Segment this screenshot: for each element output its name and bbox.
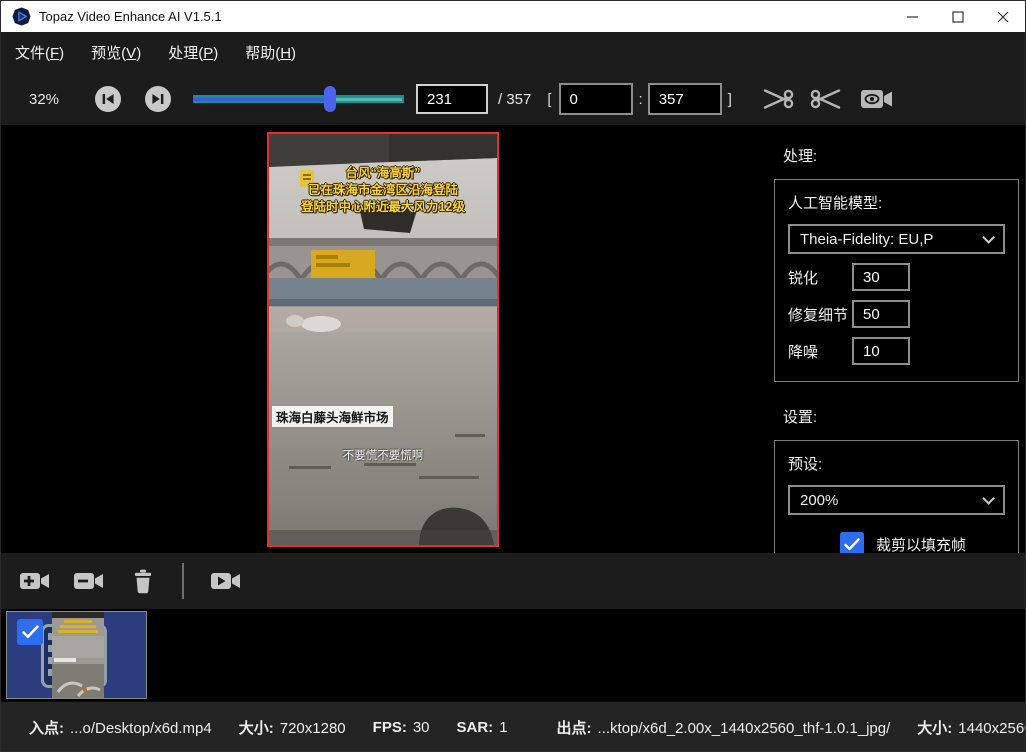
- timeline-played-line: [193, 98, 330, 101]
- ai-model-value: Theia-Fidelity: EU,P: [800, 231, 933, 248]
- process-video-button[interactable]: [210, 569, 242, 593]
- maximize-icon: [952, 11, 964, 23]
- processing-panel: 处理: 人工智能模型: Theia-Fidelity: EU,P 锐化 修复细节…: [769, 125, 1025, 553]
- video-overlay-title: 台风“海高斯” 已在珠海市金湾区沿海登陆 登陆时中心附近最大风力12级: [269, 165, 497, 216]
- skip-to-start-button[interactable]: [95, 86, 121, 112]
- titlebar: Topaz Video Enhance AI V1.5.1: [1, 1, 1025, 32]
- settings-groupbox: 预设: 200% 裁剪以填充帧: [774, 440, 1019, 553]
- close-icon: [997, 11, 1009, 23]
- denoise-label: 降噪: [788, 341, 852, 362]
- close-button[interactable]: [980, 1, 1025, 32]
- menu-preview[interactable]: 预览(V): [91, 42, 141, 63]
- menu-process[interactable]: 处理(P): [168, 42, 218, 63]
- zoom-level-label: 32%: [29, 91, 67, 108]
- preset-dropdown[interactable]: 200%: [788, 485, 1005, 515]
- video-subtitle: 不要慌不要慌啊: [269, 447, 497, 463]
- checkmark-icon: [22, 625, 39, 639]
- status-output-path: 出点:...ktop/x6d_2.00x_1440x2560_thf-1.0.1…: [557, 717, 891, 738]
- crop-to-fill-label: 裁剪以填充帧: [876, 534, 966, 554]
- restore-detail-row: 修复细节: [788, 300, 1005, 328]
- minimize-button[interactable]: [890, 1, 935, 32]
- timeline-slider[interactable]: [193, 86, 404, 112]
- trim-bracket-open: [: [547, 91, 551, 108]
- thumbnail-strip: [1, 609, 1025, 701]
- remove-video-button[interactable]: [73, 569, 105, 593]
- ai-model-dropdown[interactable]: Theia-Fidelity: EU,P: [788, 224, 1005, 254]
- sharpen-row: 锐化: [788, 263, 1005, 291]
- add-video-button[interactable]: [19, 569, 51, 593]
- overlay-line-1: 台风“海高斯”: [269, 165, 497, 182]
- thumbnail-checkbox[interactable]: [17, 619, 43, 645]
- cut-scissors-button[interactable]: [762, 86, 794, 112]
- frame-total-label: / 357: [498, 91, 531, 108]
- chevron-down-icon: [982, 231, 995, 244]
- trim-start-input[interactable]: [559, 83, 633, 115]
- checkmark-icon: [844, 538, 860, 551]
- ai-model-groupbox: 人工智能模型: Theia-Fidelity: EU,P 锐化 修复细节 降噪: [774, 179, 1019, 382]
- video-preview[interactable]: 台风“海高斯” 已在珠海市金湾区沿海登陆 登陆时中心附近最大风力12级 珠海白藤…: [267, 132, 499, 547]
- overlay-line-2: 已在珠海市金湾区沿海登陆: [269, 182, 497, 199]
- trim-bracket-close: ]: [728, 91, 732, 108]
- toolbar: 32% / 357 [ : ]: [1, 73, 1025, 125]
- denoise-input[interactable]: [852, 337, 910, 365]
- split-scissors-button[interactable]: [810, 86, 842, 112]
- sharpen-input[interactable]: [852, 263, 910, 291]
- crop-to-fill-row: 裁剪以填充帧: [840, 532, 1005, 553]
- restore-detail-input[interactable]: [852, 300, 910, 328]
- status-sar: SAR:1: [457, 719, 508, 736]
- settings-title: 设置:: [783, 406, 1025, 427]
- sharpen-label: 锐化: [788, 267, 852, 288]
- trim-colon: :: [639, 91, 643, 108]
- maximize-button[interactable]: [935, 1, 980, 32]
- timeline-remaining-line: [332, 98, 402, 101]
- video-thumbnail-selected[interactable]: [6, 611, 147, 699]
- app-logo-icon: [12, 7, 31, 26]
- restore-detail-label: 修复细节: [788, 304, 852, 325]
- thumbnail-image: [52, 612, 104, 698]
- statusbar: 入点:...o/Desktop/x6d.mp4 大小:720x1280 FPS:…: [1, 701, 1025, 752]
- menubar: 文件(F) 预览(V) 处理(P) 帮助(H): [1, 32, 1025, 73]
- clip-toolbar: [1, 553, 1025, 609]
- overlay-line-3: 登陆时中心附近最大风力12级: [269, 199, 497, 216]
- app-window: Topaz Video Enhance AI V1.5.1 文件(F) 预览(V…: [0, 0, 1026, 752]
- preset-label: 预设:: [788, 453, 1005, 474]
- current-frame-input[interactable]: [416, 84, 488, 114]
- main-area: 台风“海高斯” 已在珠海市金湾区沿海登陆 登陆时中心附近最大风力12级 珠海白藤…: [1, 125, 1025, 553]
- delete-trash-button[interactable]: [130, 568, 156, 595]
- trim-end-input[interactable]: [648, 83, 722, 115]
- status-input-path: 入点:...o/Desktop/x6d.mp4: [29, 717, 212, 738]
- video-location-tag: 珠海白藤头海鲜市场: [272, 406, 393, 427]
- skip-to-end-button[interactable]: [145, 86, 171, 112]
- status-fps: FPS:30: [373, 719, 430, 736]
- toolbar-divider: [182, 563, 184, 599]
- denoise-row: 降噪: [788, 337, 1005, 365]
- status-input-size: 大小:720x1280: [239, 717, 346, 738]
- timeline-slider-handle[interactable]: [324, 86, 336, 112]
- minimize-icon: [907, 11, 919, 23]
- status-output-size: 大小:1440x2560: [917, 717, 1026, 738]
- chevron-down-icon: [982, 492, 995, 505]
- menu-file[interactable]: 文件(F): [15, 42, 64, 63]
- preview-camera-eye-button[interactable]: [860, 87, 894, 111]
- window-title: Topaz Video Enhance AI V1.5.1: [39, 9, 222, 24]
- crop-to-fill-checkbox[interactable]: [840, 532, 864, 553]
- preset-value: 200%: [800, 492, 838, 509]
- window-controls: [890, 1, 1025, 32]
- ai-model-label: 人工智能模型:: [788, 192, 1005, 213]
- menu-help[interactable]: 帮助(H): [245, 42, 296, 63]
- processing-title: 处理:: [783, 145, 1025, 166]
